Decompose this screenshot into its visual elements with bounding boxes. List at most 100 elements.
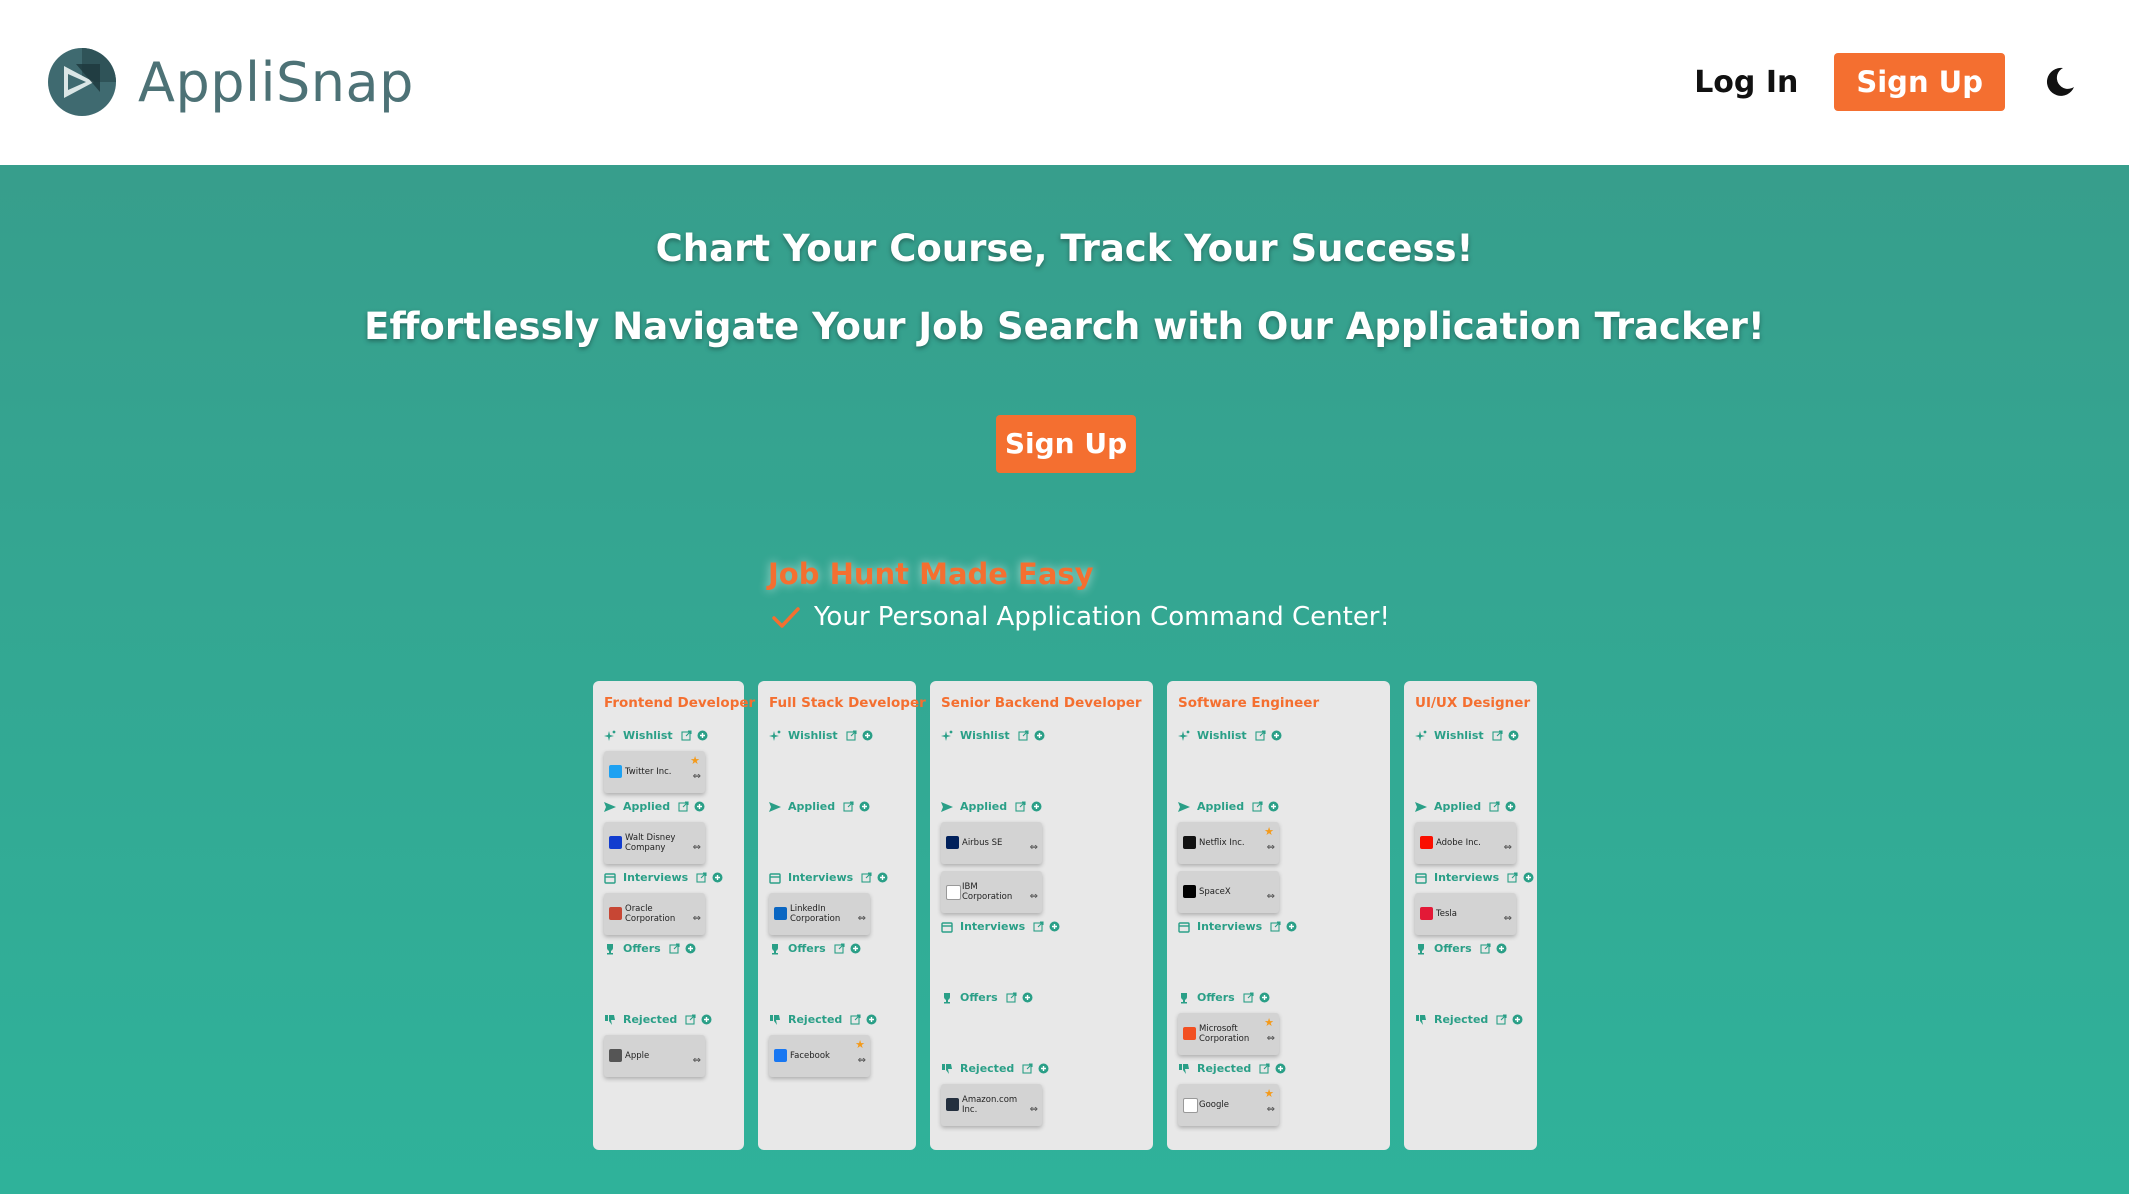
link-icon[interactable]: ⇔ <box>1030 842 1038 853</box>
link-icon[interactable]: ⇔ <box>693 842 701 853</box>
link-icon[interactable]: ⇔ <box>693 1055 701 1066</box>
add-card-icon[interactable] <box>1034 730 1045 741</box>
stage-wishlist[interactable]: Wishlist <box>1415 729 1519 742</box>
signup-button-hero[interactable]: Sign Up <box>996 415 1136 473</box>
open-external-icon[interactable] <box>1006 992 1017 1003</box>
stage-rejected[interactable]: Rejected <box>769 1013 877 1026</box>
stage-applied[interactable]: Applied <box>604 800 705 813</box>
stage-applied[interactable]: Applied <box>769 800 870 813</box>
stage-rejected[interactable]: Rejected <box>604 1013 712 1026</box>
add-card-icon[interactable] <box>1268 801 1279 812</box>
add-card-icon[interactable] <box>1049 921 1060 932</box>
add-card-icon[interactable] <box>1508 730 1519 741</box>
job-card[interactable]: Adobe Inc. ⇔ <box>1415 822 1516 864</box>
stage-rejected[interactable]: Rejected <box>941 1062 1049 1075</box>
job-card[interactable]: Twitter Inc. ★ ⇔ <box>604 751 705 793</box>
open-external-icon[interactable] <box>1022 1063 1033 1074</box>
stage-offers[interactable]: Offers <box>769 942 861 955</box>
open-external-icon[interactable] <box>1243 992 1254 1003</box>
open-external-icon[interactable] <box>1033 921 1044 932</box>
open-external-icon[interactable] <box>669 943 680 954</box>
open-external-icon[interactable] <box>1018 730 1029 741</box>
job-card[interactable]: SpaceX ⇔ <box>1178 871 1279 913</box>
link-icon[interactable]: ⇔ <box>1267 891 1275 902</box>
add-card-icon[interactable] <box>1022 992 1033 1003</box>
add-card-icon[interactable] <box>877 872 888 883</box>
link-icon[interactable]: ⇔ <box>1030 1104 1038 1115</box>
link-icon[interactable]: ⇔ <box>1267 1033 1275 1044</box>
star-icon[interactable]: ★ <box>855 1038 865 1051</box>
moon-icon[interactable] <box>2043 65 2077 99</box>
open-external-icon[interactable] <box>1492 730 1503 741</box>
link-icon[interactable]: ⇔ <box>693 771 701 782</box>
add-card-icon[interactable] <box>1286 921 1297 932</box>
job-card[interactable]: Google ★ ⇔ <box>1178 1084 1279 1126</box>
open-external-icon[interactable] <box>678 801 689 812</box>
link-icon[interactable]: ⇔ <box>1504 913 1512 924</box>
add-card-icon[interactable] <box>862 730 873 741</box>
add-card-icon[interactable] <box>1038 1063 1049 1074</box>
open-external-icon[interactable] <box>1015 801 1026 812</box>
job-card[interactable]: Airbus SE ⇔ <box>941 822 1042 864</box>
star-icon[interactable]: ★ <box>1264 1016 1274 1029</box>
job-card[interactable]: IBM Corporation ⇔ <box>941 871 1042 913</box>
stage-applied[interactable]: Applied <box>941 800 1042 813</box>
stage-rejected[interactable]: Rejected <box>1415 1013 1523 1026</box>
star-icon[interactable]: ★ <box>1264 1087 1274 1100</box>
stage-wishlist[interactable]: Wishlist <box>941 729 1045 742</box>
job-card[interactable]: LinkedIn Corporation ⇔ <box>769 893 870 935</box>
star-icon[interactable]: ★ <box>1264 825 1274 838</box>
add-card-icon[interactable] <box>866 1014 877 1025</box>
open-external-icon[interactable] <box>681 730 692 741</box>
job-card[interactable]: Oracle Corporation ⇔ <box>604 893 705 935</box>
open-external-icon[interactable] <box>696 872 707 883</box>
job-card[interactable]: Microsoft Corporation ★ ⇔ <box>1178 1013 1279 1055</box>
link-icon[interactable]: ⇔ <box>858 1055 866 1066</box>
stage-interviews[interactable]: Interviews <box>769 871 888 884</box>
open-external-icon[interactable] <box>834 943 845 954</box>
link-icon[interactable]: ⇔ <box>1267 1104 1275 1115</box>
link-icon[interactable]: ⇔ <box>858 913 866 924</box>
stage-interviews[interactable]: Interviews <box>1415 871 1534 884</box>
stage-offers[interactable]: Offers <box>941 991 1033 1004</box>
add-card-icon[interactable] <box>850 943 861 954</box>
add-card-icon[interactable] <box>1505 801 1516 812</box>
add-card-icon[interactable] <box>859 801 870 812</box>
job-card[interactable]: Facebook ★ ⇔ <box>769 1035 870 1077</box>
open-external-icon[interactable] <box>1270 921 1281 932</box>
link-icon[interactable]: ⇔ <box>693 913 701 924</box>
stage-offers[interactable]: Offers <box>1415 942 1507 955</box>
add-card-icon[interactable] <box>1259 992 1270 1003</box>
add-card-icon[interactable] <box>697 730 708 741</box>
open-external-icon[interactable] <box>1259 1063 1270 1074</box>
open-external-icon[interactable] <box>1480 943 1491 954</box>
stage-wishlist[interactable]: Wishlist <box>1178 729 1282 742</box>
open-external-icon[interactable] <box>850 1014 861 1025</box>
add-card-icon[interactable] <box>1523 872 1534 883</box>
link-icon[interactable]: ⇔ <box>1030 891 1038 902</box>
logo-link[interactable]: AppliSnap <box>46 46 414 118</box>
stage-interviews[interactable]: Interviews <box>604 871 723 884</box>
stage-wishlist[interactable]: Wishlist <box>604 729 708 742</box>
add-card-icon[interactable] <box>1275 1063 1286 1074</box>
star-icon[interactable]: ★ <box>690 754 700 767</box>
open-external-icon[interactable] <box>1507 872 1518 883</box>
job-card[interactable]: Apple ⇔ <box>604 1035 705 1077</box>
stage-applied[interactable]: Applied <box>1415 800 1516 813</box>
open-external-icon[interactable] <box>1489 801 1500 812</box>
login-link[interactable]: Log In <box>1694 65 1798 100</box>
job-card[interactable]: Netflix Inc. ★ ⇔ <box>1178 822 1279 864</box>
link-icon[interactable]: ⇔ <box>1504 842 1512 853</box>
job-card[interactable]: Amazon.com Inc. ⇔ <box>941 1084 1042 1126</box>
stage-wishlist[interactable]: Wishlist <box>769 729 873 742</box>
link-icon[interactable]: ⇔ <box>1267 842 1275 853</box>
stage-offers[interactable]: Offers <box>1178 991 1270 1004</box>
add-card-icon[interactable] <box>712 872 723 883</box>
stage-rejected[interactable]: Rejected <box>1178 1062 1286 1075</box>
add-card-icon[interactable] <box>1496 943 1507 954</box>
stage-offers[interactable]: Offers <box>604 942 696 955</box>
signup-button-nav[interactable]: Sign Up <box>1834 53 2005 111</box>
job-card[interactable]: Walt Disney Company ⇔ <box>604 822 705 864</box>
stage-applied[interactable]: Applied <box>1178 800 1279 813</box>
add-card-icon[interactable] <box>694 801 705 812</box>
